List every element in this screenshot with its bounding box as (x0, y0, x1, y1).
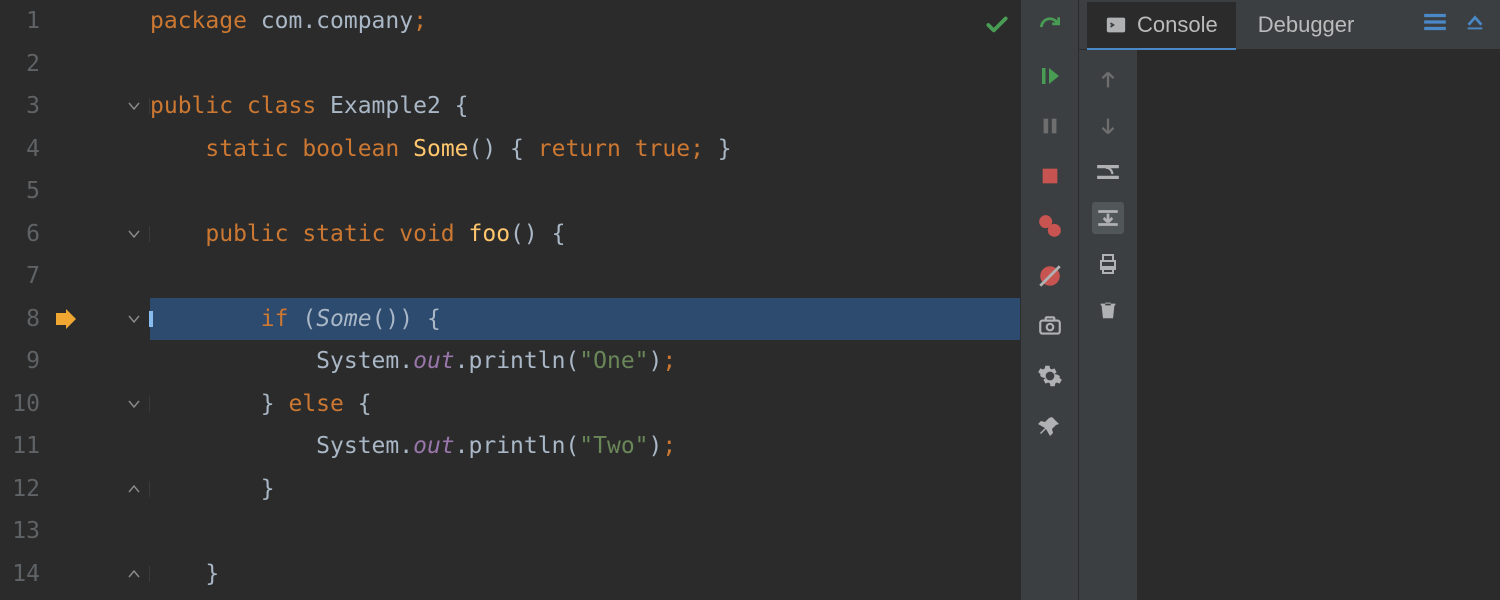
code-line-14[interactable]: 14 } (0, 553, 1020, 596)
line-number[interactable]: 11 (0, 433, 44, 459)
code-line-6[interactable]: 6 public static void foo() { (0, 213, 1020, 256)
code-line-13[interactable]: 13 (0, 510, 1020, 553)
fold-toggle-icon[interactable] (88, 311, 150, 327)
line-number[interactable]: 8 (0, 306, 44, 332)
stop-button[interactable] (1034, 160, 1066, 192)
fold-toggle-icon[interactable] (88, 481, 150, 497)
code-text[interactable] (150, 170, 1020, 213)
thread-dump-button[interactable] (1034, 310, 1066, 342)
code-text[interactable]: if (Some()) { (150, 298, 1020, 341)
code-text[interactable]: public static void foo() { (150, 213, 1020, 256)
line-number[interactable]: 14 (0, 561, 44, 587)
line-number[interactable]: 3 (0, 93, 44, 119)
print-button[interactable] (1092, 248, 1124, 280)
settings-button[interactable] (1034, 360, 1066, 392)
tab-debugger[interactable]: Debugger (1240, 2, 1373, 48)
fold-toggle-icon[interactable] (88, 98, 150, 114)
code-line-11[interactable]: 11 System.out.println("Two"); (0, 425, 1020, 468)
code-line-1[interactable]: 1 package com.company; (0, 0, 1020, 43)
layout-settings-button[interactable] (1416, 5, 1454, 45)
execution-point-icon (44, 309, 88, 329)
code-line-9[interactable]: 9 System.out.println("One"); (0, 340, 1020, 383)
tab-console[interactable]: Console (1087, 2, 1236, 51)
code-line-3[interactable]: 3 public class Example2 { (0, 85, 1020, 128)
code-line-7[interactable]: 7 (0, 255, 1020, 298)
frames-down-button[interactable] (1092, 110, 1124, 142)
code-text[interactable]: System.out.println("Two"); (150, 425, 1020, 468)
code-text[interactable]: } (150, 553, 1020, 596)
expand-button[interactable] (1458, 5, 1492, 45)
resume-button[interactable] (1034, 60, 1066, 92)
line-number[interactable]: 5 (0, 178, 44, 204)
line-number[interactable]: 6 (0, 221, 44, 247)
code-text[interactable]: public class Example2 { (150, 85, 1020, 128)
code-line-4[interactable]: 4 static boolean Some() { return true; } (0, 128, 1020, 171)
line-number[interactable]: 12 (0, 476, 44, 502)
rerun-button[interactable] (1034, 10, 1066, 42)
nav-to-source-button[interactable] (1092, 202, 1124, 234)
pause-button[interactable] (1034, 110, 1066, 142)
code-text[interactable]: } (150, 468, 1020, 511)
tab-debugger-label: Debugger (1258, 12, 1355, 38)
pin-button[interactable] (1034, 410, 1066, 442)
frames-up-button[interactable] (1092, 64, 1124, 96)
mute-breakpoints-button[interactable] (1034, 260, 1066, 292)
trash-button[interactable] (1092, 294, 1124, 326)
line-number[interactable]: 13 (0, 518, 44, 544)
line-number[interactable]: 2 (0, 51, 44, 77)
console-output-area[interactable] (1137, 50, 1500, 600)
view-breakpoints-button[interactable] (1034, 210, 1066, 242)
fold-toggle-icon[interactable] (88, 226, 150, 242)
line-number[interactable]: 10 (0, 391, 44, 417)
code-text[interactable] (150, 43, 1020, 86)
code-editor[interactable]: 1 package com.company; 2 3 public class Exam… (0, 0, 1020, 600)
debug-side-toolbar (1079, 50, 1137, 600)
code-text[interactable] (150, 510, 1020, 553)
run-toolbar (1020, 0, 1078, 600)
code-line-12[interactable]: 12 } (0, 468, 1020, 511)
code-text[interactable]: static boolean Some() { return true; } (150, 128, 1020, 171)
tab-console-label: Console (1137, 12, 1218, 38)
code-line-5[interactable]: 5 (0, 170, 1020, 213)
line-number[interactable]: 9 (0, 348, 44, 374)
fold-toggle-icon[interactable] (88, 566, 150, 582)
line-number[interactable]: 1 (0, 8, 44, 34)
line-number[interactable]: 4 (0, 136, 44, 162)
fold-toggle-icon[interactable] (88, 396, 150, 412)
code-line-2[interactable]: 2 (0, 43, 1020, 86)
line-number[interactable]: 7 (0, 263, 44, 289)
code-line-8[interactable]: 8 if (Some()) { (0, 298, 1020, 341)
debug-tool-window: Console Debugger (1078, 0, 1500, 600)
restart-frame-button[interactable] (1092, 156, 1124, 188)
code-text[interactable]: System.out.println("One"); (150, 340, 1020, 383)
code-text[interactable]: } else { (150, 383, 1020, 426)
console-icon (1105, 14, 1127, 36)
code-line-10[interactable]: 10 } else { (0, 383, 1020, 426)
debug-tabs: Console Debugger (1079, 0, 1500, 50)
code-text[interactable] (150, 255, 1020, 298)
code-text[interactable]: package com.company; (150, 0, 1020, 43)
